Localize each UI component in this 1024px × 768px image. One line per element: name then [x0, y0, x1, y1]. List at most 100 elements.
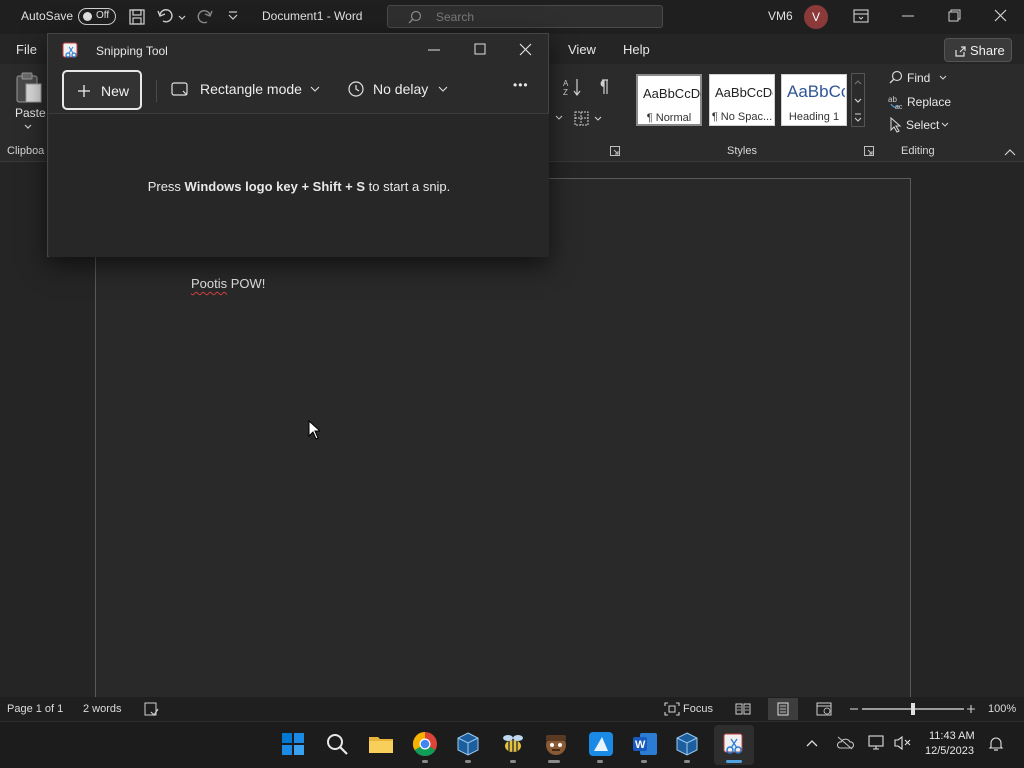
select-button[interactable]: Select	[906, 118, 939, 132]
delay-chevron-down-icon[interactable]	[438, 86, 448, 92]
styles-dialog-launcher-icon[interactable]	[864, 146, 874, 156]
snip-mode-dropdown[interactable]: Rectangle mode	[200, 81, 302, 97]
toolbar-divider	[156, 80, 157, 102]
print-layout-button[interactable]	[768, 698, 798, 720]
network-icon[interactable]	[867, 735, 885, 751]
tab-view[interactable]: View	[568, 42, 596, 57]
new-snip-button[interactable]: New	[62, 70, 142, 110]
ribbon-display-icon[interactable]	[853, 9, 869, 23]
proofing-icon[interactable]	[144, 702, 159, 717]
snip-minimize-icon[interactable]	[428, 49, 440, 51]
share-button[interactable]: Share	[944, 38, 1012, 62]
search-input[interactable]: Search	[387, 5, 663, 28]
document-body-text[interactable]: Pootis POW!	[191, 276, 265, 291]
volume-muted-icon[interactable]	[893, 735, 911, 751]
styles-scroll-icon[interactable]	[851, 73, 865, 127]
select-dropdown-icon[interactable]	[940, 122, 950, 128]
find-button[interactable]: Find	[907, 71, 930, 85]
delay-dropdown[interactable]: No delay	[373, 81, 428, 97]
svg-text:W: W	[635, 739, 646, 751]
snip-content-area: Press Windows logo key + Shift + S to st…	[49, 114, 549, 257]
running-indicator	[597, 760, 603, 763]
start-icon[interactable]	[280, 731, 306, 757]
redo-icon[interactable]	[195, 7, 215, 27]
style-sample: AaBbCcDc	[643, 86, 701, 101]
snip-close-icon[interactable]	[519, 43, 532, 56]
snipping-tool-window[interactable]: Snipping Tool New Rectangle mode No dela…	[47, 33, 549, 257]
app-bee-icon[interactable]	[500, 731, 526, 757]
close-icon[interactable]	[994, 9, 1007, 22]
tab-help[interactable]: Help	[623, 42, 650, 57]
running-indicator	[465, 760, 471, 763]
instruction-suffix: to start a snip.	[365, 179, 451, 194]
onedrive-offline-icon[interactable]	[836, 736, 854, 750]
file-explorer-icon[interactable]	[368, 731, 394, 757]
page-count[interactable]: Page 1 of 1	[7, 703, 63, 715]
sort-icon[interactable]: AZ	[562, 77, 584, 97]
read-mode-icon[interactable]	[735, 702, 751, 716]
web-layout-icon[interactable]	[816, 702, 832, 716]
notification-bell-icon[interactable]	[988, 736, 1004, 752]
style-name: ¶ Normal	[646, 112, 692, 124]
find-dropdown-icon[interactable]	[938, 75, 948, 81]
find-icon	[888, 70, 904, 86]
mode-chevron-down-icon[interactable]	[310, 86, 320, 92]
virtualbox-icon[interactable]	[455, 731, 481, 757]
running-indicator	[422, 760, 428, 763]
share-label: Share	[970, 43, 1005, 58]
undo-icon[interactable]	[156, 7, 186, 27]
style-sample: AaBbCcDc	[715, 85, 773, 100]
zoom-level[interactable]: 100%	[988, 703, 1016, 715]
svg-text:ab: ab	[888, 95, 897, 104]
styles-group-label: Styles	[727, 145, 757, 157]
autosave-toggle[interactable]: Off	[78, 8, 116, 25]
snip-maximize-icon[interactable]	[474, 43, 486, 55]
share-icon	[953, 44, 967, 58]
shading-dropdown-icon[interactable]	[553, 113, 565, 123]
zoom-in-icon[interactable]	[966, 702, 976, 716]
paste-icon[interactable]	[14, 72, 44, 104]
virtualbox-icon[interactable]	[674, 731, 700, 757]
snipping-tool-app-icon	[62, 42, 80, 60]
paste-label[interactable]: Paste	[15, 106, 46, 120]
paste-dropdown-icon[interactable]	[24, 124, 32, 130]
borders-icon[interactable]	[574, 111, 604, 127]
chrome-icon[interactable]	[412, 731, 438, 757]
avatar[interactable]: V	[804, 5, 828, 29]
status-bar: Page 1 of 1 2 words Focus 100%	[0, 697, 1024, 721]
more-options-button[interactable]: •••	[513, 78, 529, 92]
search-icon	[408, 10, 422, 24]
minimize-icon[interactable]	[902, 15, 914, 17]
paragraph-dialog-launcher-icon[interactable]	[610, 146, 620, 156]
tab-file[interactable]: File	[16, 42, 37, 57]
zoom-slider[interactable]	[862, 703, 964, 715]
restore-icon[interactable]	[948, 9, 961, 22]
save-icon[interactable]	[128, 8, 146, 26]
misspelled-word[interactable]: Pootis	[191, 276, 227, 291]
svg-text:A: A	[563, 79, 569, 88]
style-normal[interactable]: AaBbCcDc ¶ Normal	[636, 74, 702, 126]
clock-date[interactable]: 12/5/2023	[925, 745, 974, 757]
plus-icon	[77, 84, 91, 98]
rectangle-mode-icon	[171, 81, 189, 97]
user-name[interactable]: VM6	[768, 9, 793, 23]
zoom-out-icon[interactable]	[849, 702, 859, 716]
customize-toolbar-icon[interactable]	[227, 10, 239, 22]
app-character-icon[interactable]	[543, 731, 569, 757]
paragraph-mark-icon[interactable]	[596, 78, 610, 96]
focus-button[interactable]: Focus	[683, 703, 713, 715]
replace-button[interactable]: Replace	[907, 95, 951, 109]
collapse-ribbon-icon[interactable]	[1004, 148, 1016, 156]
toggle-knob	[83, 12, 92, 21]
style-heading-1[interactable]: AaBbCc Heading 1	[781, 74, 847, 126]
word-icon[interactable]: W	[632, 731, 658, 757]
style-no-spacing[interactable]: AaBbCcDc ¶ No Spac...	[709, 74, 775, 126]
search-icon[interactable]	[324, 731, 350, 757]
running-indicator	[510, 760, 516, 763]
clock-time[interactable]: 11:43 AM	[929, 730, 975, 742]
paint-icon[interactable]	[588, 731, 614, 757]
word-count[interactable]: 2 words	[83, 703, 122, 715]
show-hidden-icons-icon[interactable]	[806, 739, 818, 747]
zoom-slider-thumb[interactable]	[911, 703, 915, 715]
snipping-tool-icon[interactable]	[721, 731, 747, 757]
